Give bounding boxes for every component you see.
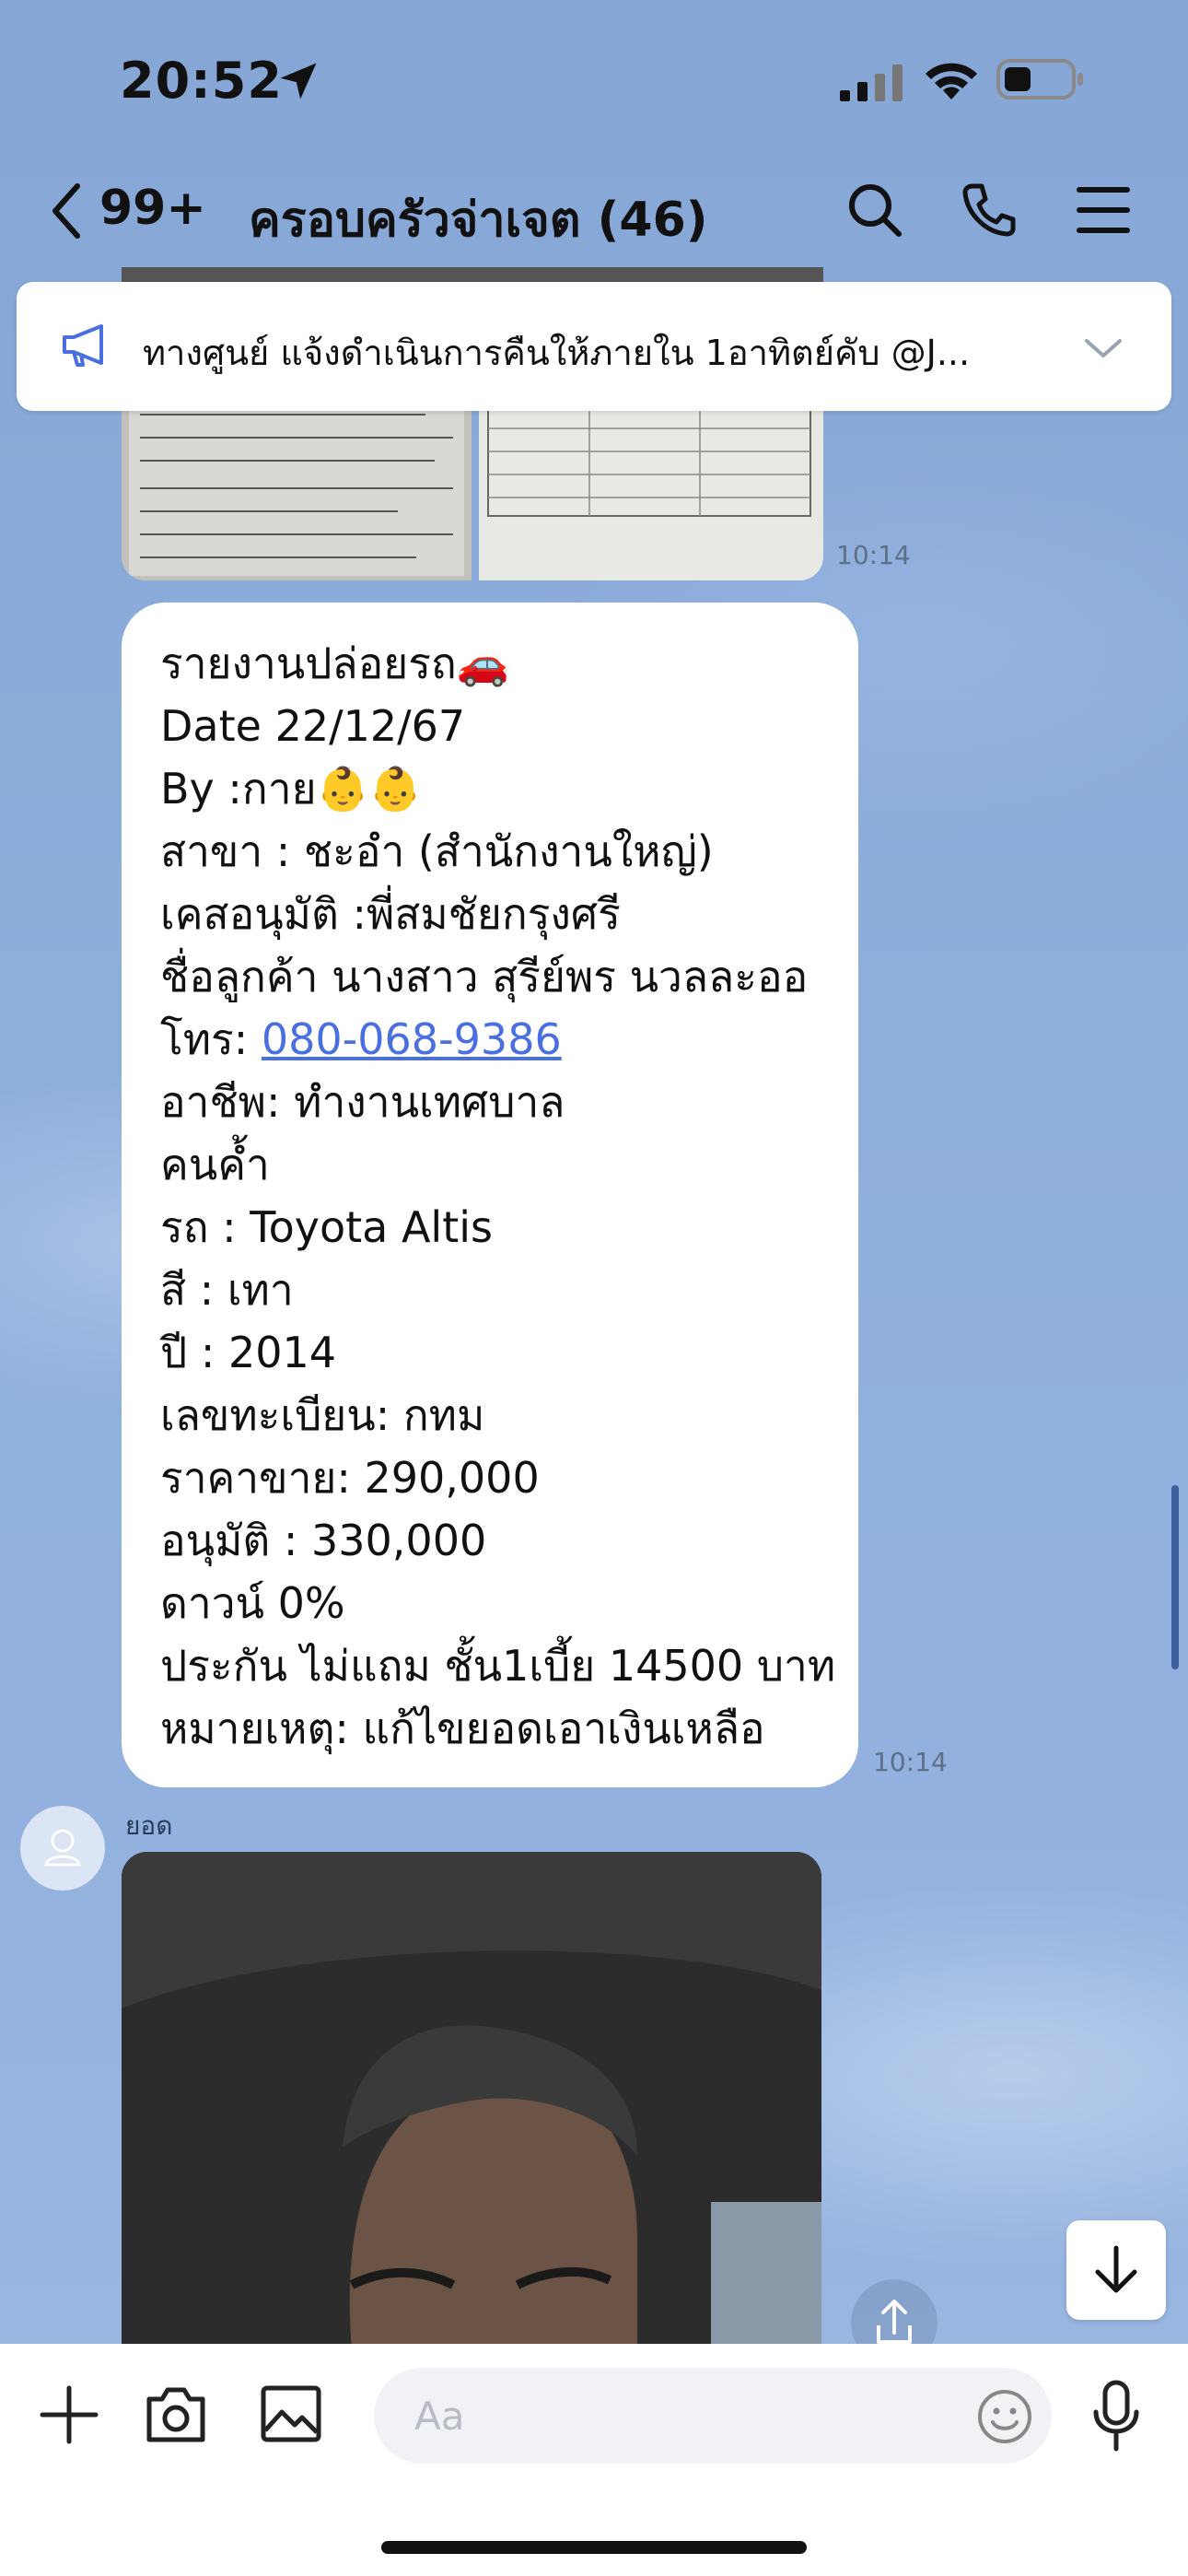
message-line: เลขทะเบียน: กทม [160, 1390, 485, 1440]
plus-icon[interactable] [39, 2384, 99, 2445]
message-line: สาขา : ชะอำ (สำนักงานใหญ่) [160, 826, 714, 876]
unread-count[interactable]: 99+ [99, 181, 206, 236]
message-line: ดาวน์ 0% [160, 1578, 345, 1628]
battery-icon [996, 59, 1083, 100]
emoji-icon[interactable] [976, 2388, 1033, 2445]
search-icon[interactable] [845, 181, 904, 240]
sender-name: ยอด [125, 1810, 173, 1841]
megaphone-icon [63, 324, 103, 367]
phone-label: โทร: [160, 1014, 262, 1064]
avatar[interactable] [20, 1806, 105, 1891]
image-icon[interactable] [260, 2384, 322, 2443]
chevron-down-icon[interactable] [1083, 335, 1124, 361]
message-line: อาชีพ: ทำงานเทศบาล [160, 1077, 565, 1127]
wifi-icon [926, 63, 977, 100]
message-line: ชื่อลูกค้า นางสาว สุรีย์พร นวลละออ [160, 952, 809, 1001]
location-arrow-icon [280, 63, 317, 100]
message-line: ปี : 2014 [160, 1328, 337, 1377]
message-line: อนุมัติ : 330,000 [160, 1516, 487, 1565]
message-input-placeholder: Aa [414, 2394, 465, 2439]
status-time: 20:52 [120, 52, 283, 110]
message-line: สี : เทา [160, 1265, 294, 1315]
image-top-edge [122, 267, 823, 282]
message-line: ราคาขาย: 290,000 [160, 1453, 540, 1503]
phone-number-link[interactable]: 080-068-9386 [262, 1014, 562, 1064]
image-timestamp: 10:14 [836, 540, 911, 570]
back-icon[interactable] [48, 182, 85, 240]
mic-icon[interactable] [1090, 2379, 1142, 2453]
message-line: By :กาย👶👶 [160, 764, 423, 814]
scrollbar[interactable] [1171, 1485, 1179, 1669]
home-indicator [381, 2541, 807, 2554]
message-line: คนค้ำ [160, 1140, 270, 1189]
message-line: เคสอนุมัติ :พี่สมชัยกรุงศรี [160, 889, 621, 939]
menu-icon[interactable] [1074, 181, 1133, 240]
message-line: Date 22/12/67 [160, 701, 466, 751]
message-input[interactable] [374, 2368, 1052, 2464]
message-timestamp: 10:14 [873, 1747, 948, 1777]
message-line: ประกัน ไม่แถม ชั้น1เบี้ย 14500 บาท [160, 1641, 836, 1691]
camera-icon[interactable] [144, 2383, 208, 2445]
phone-line: โทร: 080-068-9386 [160, 1012, 562, 1067]
scroll-to-bottom-button[interactable] [1066, 2220, 1166, 2320]
signal-icon [840, 64, 903, 101]
message-line: หมายเหตุ: แก้ไขยอดเอาเงินเหลือ [160, 1704, 765, 1753]
message-line: รถ : Toyota Altis [160, 1202, 493, 1252]
photo-message[interactable] [122, 1852, 821, 2349]
message-line: รายงานปล่อยรถ🚗 [160, 638, 510, 688]
avatar-icon [44, 1829, 81, 1867]
arrow-down-icon [1095, 2245, 1137, 2293]
phone-icon[interactable] [960, 181, 1019, 240]
announcement-text[interactable]: ทางศูนย์ แจ้งดำเนินการคืนให้ภายใน 1อาทิต… [143, 324, 1027, 381]
chat-title[interactable]: ครอบครัวจ่าเจต (46) [249, 181, 708, 257]
